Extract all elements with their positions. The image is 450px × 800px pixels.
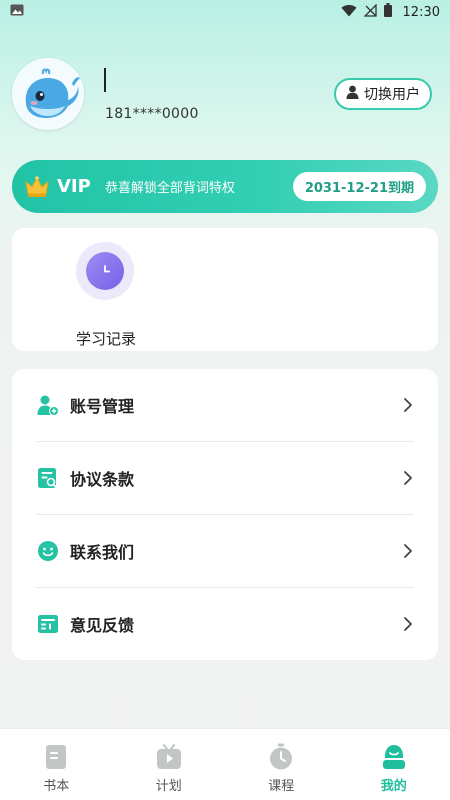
vip-banner[interactable]: VIP 恭喜解锁全部背词特权 2031-12-21到期 (12, 160, 438, 213)
menu-label-account: 账号管理 (70, 397, 135, 416)
user-icon (346, 85, 359, 103)
plan-icon (156, 743, 182, 771)
menu-label-feedback: 意见反馈 (70, 616, 135, 635)
quick-actions-card: 学习记录 (12, 228, 438, 351)
book-icon (43, 743, 69, 771)
tab-label-plan: 计划 (155, 779, 182, 794)
vip-expire-badge: 2031-12-21到期 (292, 172, 426, 201)
tab-plan[interactable]: 计划 (113, 729, 226, 800)
tab-course[interactable]: 课程 (225, 729, 338, 800)
crown-icon (24, 174, 52, 200)
vip-badge: VIP (57, 176, 91, 197)
avatar[interactable] (12, 58, 84, 130)
chevron-right-icon (402, 614, 414, 634)
menu-item-contact[interactable]: 联系我们 (36, 515, 414, 587)
nickname-text-cursor[interactable] (104, 68, 106, 92)
tab-label-profile: 我的 (380, 779, 407, 794)
profile-icon (381, 743, 407, 771)
menu-label-agreement: 协议条款 (70, 470, 135, 489)
chevron-right-icon (402, 541, 414, 561)
course-icon (268, 743, 294, 771)
profile-header: 181****0000 切换用户 (0, 50, 450, 150)
smile-icon (36, 539, 60, 563)
chevron-right-icon (402, 468, 414, 488)
feedback-icon (36, 612, 60, 636)
account-icon (36, 393, 60, 417)
tab-profile[interactable]: 我的 (338, 729, 450, 800)
study-record-button[interactable]: 学习记录 (64, 240, 148, 348)
phone-number: 181****0000 (105, 106, 199, 122)
tab-label-course: 课程 (268, 779, 295, 794)
tab-book[interactable]: 书本 (0, 729, 113, 800)
bottom-tab-bar: 书本 计划 课程 我的 (0, 728, 450, 800)
menu-label-contact: 联系我们 (70, 543, 135, 562)
clock-icon (76, 242, 134, 300)
settings-menu: 账号管理 协议条款 联系我们 意见反馈 (12, 369, 438, 660)
menu-item-account[interactable]: 账号管理 (36, 369, 414, 441)
battery-icon (383, 3, 392, 21)
switch-user-button[interactable]: 切换用户 (334, 78, 432, 110)
status-bar: 12:30 (0, 0, 450, 24)
tab-label-book: 书本 (43, 779, 70, 794)
study-record-label: 学习记录 (75, 330, 136, 348)
status-time: 12:30 (402, 4, 440, 20)
switch-user-label: 切换用户 (364, 87, 420, 103)
vip-description: 恭喜解锁全部背词特权 (104, 181, 235, 196)
wifi-icon (341, 4, 357, 21)
chevron-right-icon (402, 395, 414, 415)
menu-item-agreement[interactable]: 协议条款 (36, 442, 414, 514)
gallery-icon (10, 4, 24, 20)
menu-item-feedback[interactable]: 意见反馈 (36, 588, 414, 660)
whale-avatar-image (12, 58, 84, 130)
agreement-icon (36, 466, 60, 490)
no-signal-icon (362, 2, 377, 21)
